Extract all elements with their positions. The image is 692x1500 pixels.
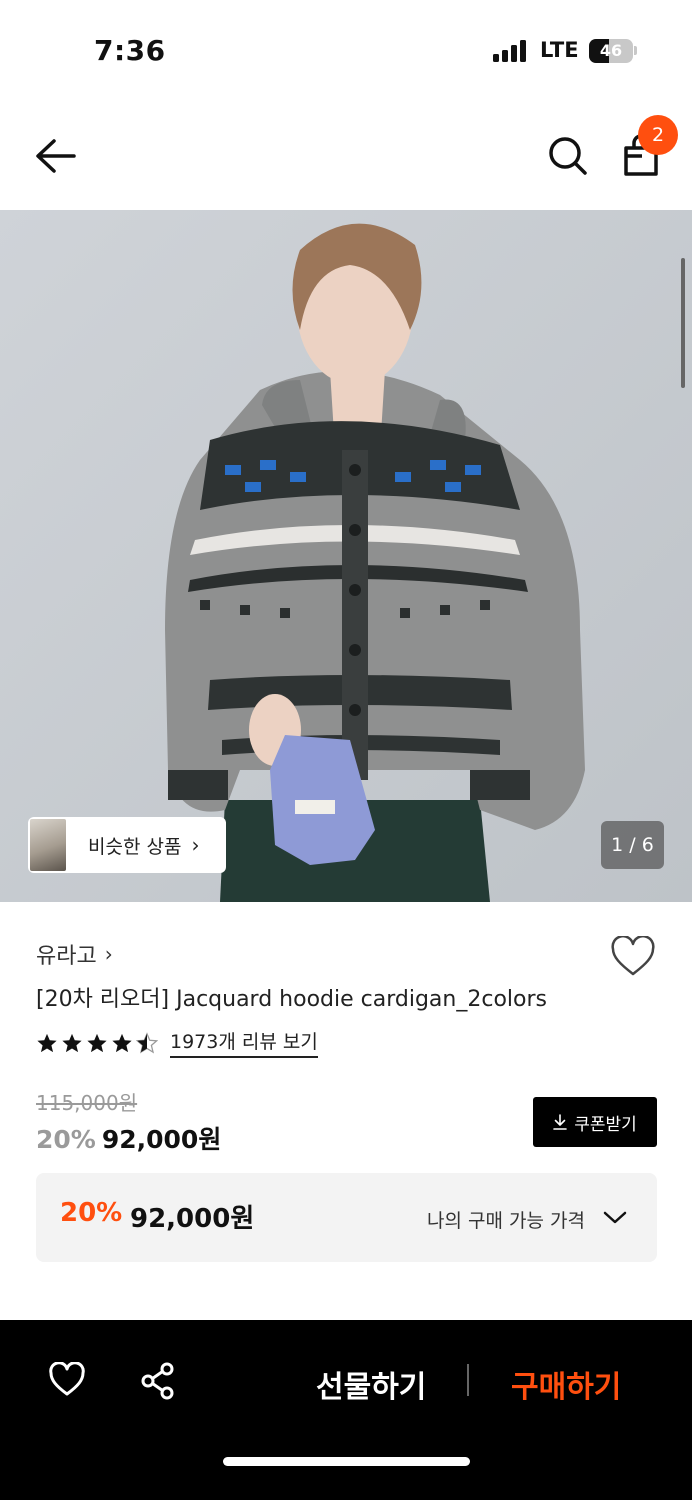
brand-name: 유라고 xyxy=(36,944,97,969)
share-icon[interactable] xyxy=(140,1362,176,1400)
my-discount-rate: 20% xyxy=(60,1198,123,1228)
star-rating xyxy=(36,1031,161,1054)
similar-product-thumbnail xyxy=(30,819,66,871)
star-icon xyxy=(37,1033,57,1052)
battery-percent: 46 xyxy=(599,41,623,60)
price-row: 20% 92,000원 xyxy=(36,1120,221,1156)
search-icon[interactable] xyxy=(546,134,590,178)
star-icon xyxy=(62,1033,82,1052)
similar-products-button[interactable]: 비슷한 상품 › xyxy=(28,817,226,873)
wishlist-heart-icon[interactable] xyxy=(610,936,656,978)
sale-price: 92,000원 xyxy=(101,1125,222,1154)
chevron-down-icon xyxy=(603,1211,627,1224)
signal-icon xyxy=(493,40,527,62)
brand-link[interactable]: 유라고 › xyxy=(36,938,113,970)
like-heart-icon[interactable] xyxy=(48,1362,86,1398)
chevron-right-icon: › xyxy=(191,833,200,857)
download-icon xyxy=(553,1114,568,1130)
cart-count-badge: 2 xyxy=(638,115,678,155)
home-indicator xyxy=(223,1457,470,1466)
coupon-download-button[interactable]: 쿠폰받기 xyxy=(533,1097,657,1147)
product-photo xyxy=(0,210,692,902)
battery-icon: 46 xyxy=(589,39,633,63)
star-icon xyxy=(87,1033,107,1052)
rating-row: 1973개 리뷰 보기 xyxy=(36,1027,318,1058)
status-bar: 7:36 LTE 46 xyxy=(0,0,692,100)
buy-button[interactable]: 구매하기 xyxy=(511,1362,621,1406)
divider xyxy=(467,1364,469,1396)
my-price-label: 나의 구매 가능 가격 xyxy=(427,1210,585,1232)
review-link[interactable]: 1973개 리뷰 보기 xyxy=(170,1027,318,1058)
image-scroll-indicator xyxy=(681,258,685,388)
chevron-right-icon: › xyxy=(104,942,113,966)
image-counter: 1 / 6 xyxy=(601,821,664,869)
half-star-icon xyxy=(136,1031,158,1054)
network-type: LTE xyxy=(540,38,579,62)
product-title: [20차 리오더] Jacquard hoodie cardigan_2colo… xyxy=(36,987,547,1012)
discount-rate: 20% xyxy=(36,1125,96,1154)
original-price: 115,000원 xyxy=(36,1091,138,1115)
back-arrow-icon[interactable] xyxy=(34,136,78,176)
status-time: 7:36 xyxy=(94,34,166,67)
similar-products-label: 비슷한 상품 xyxy=(88,835,182,858)
bottom-action-bar: 선물하기 구매하기 xyxy=(0,1320,692,1500)
coupon-label: 쿠폰받기 xyxy=(574,1114,637,1135)
star-icon xyxy=(112,1033,132,1052)
my-price-dropdown[interactable]: 20% 92,000원 나의 구매 가능 가격 xyxy=(36,1173,657,1262)
product-image-gallery[interactable]: 비슷한 상품 › 1 / 6 xyxy=(0,210,692,902)
top-nav xyxy=(0,100,692,210)
my-price: 92,000원 xyxy=(130,1204,255,1234)
gift-button[interactable]: 선물하기 xyxy=(316,1362,426,1406)
